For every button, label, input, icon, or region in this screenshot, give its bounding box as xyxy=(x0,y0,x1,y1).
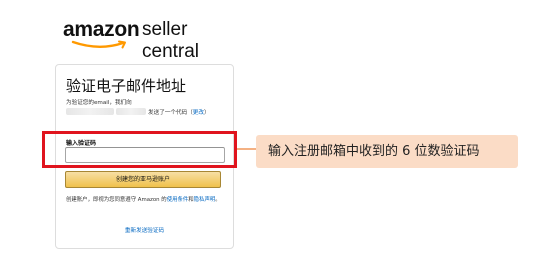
legal-end: 。 xyxy=(215,197,221,203)
legal-prefix: 创建账户，即视为您同意遵守 Amazon 的 xyxy=(66,197,167,203)
page-title: 验证电子邮件地址 xyxy=(66,77,187,95)
terms-of-use-link[interactable]: 使用条件 xyxy=(167,197,189,203)
callout-connector xyxy=(237,148,256,150)
intro-suffix: 发送了一个代码（ xyxy=(148,110,193,116)
logo-seller-central-text: seller central xyxy=(142,19,200,62)
resend-code-link[interactable]: 重新发送验证码 xyxy=(56,226,233,234)
logo-amazon-text: amazon xyxy=(63,18,140,41)
instruction-callout: 输入注册邮箱中收到的 6 位数验证码 xyxy=(256,135,518,168)
create-account-button[interactable]: 创建您的亚马逊账户 xyxy=(65,171,221,188)
verification-intro-text: 为验证您的email，我们向 发送了一个代码（更改） xyxy=(66,99,226,118)
redacted-email-part xyxy=(116,108,146,115)
intro-prefix: 为验证您的email，我们向 xyxy=(66,100,132,106)
redacted-email xyxy=(66,108,114,115)
amazon-smile-icon xyxy=(71,40,126,49)
legal-notice: 创建账户，即视为您同意遵守 Amazon 的使用条件和隐私声明。 xyxy=(66,196,226,205)
code-field-highlight-box xyxy=(42,131,237,168)
intro-end: ） xyxy=(203,110,210,116)
change-email-link[interactable]: 更改 xyxy=(193,110,204,116)
privacy-notice-link[interactable]: 隐私声明 xyxy=(194,197,216,203)
amazon-seller-central-logo: amazon seller central xyxy=(63,18,233,62)
